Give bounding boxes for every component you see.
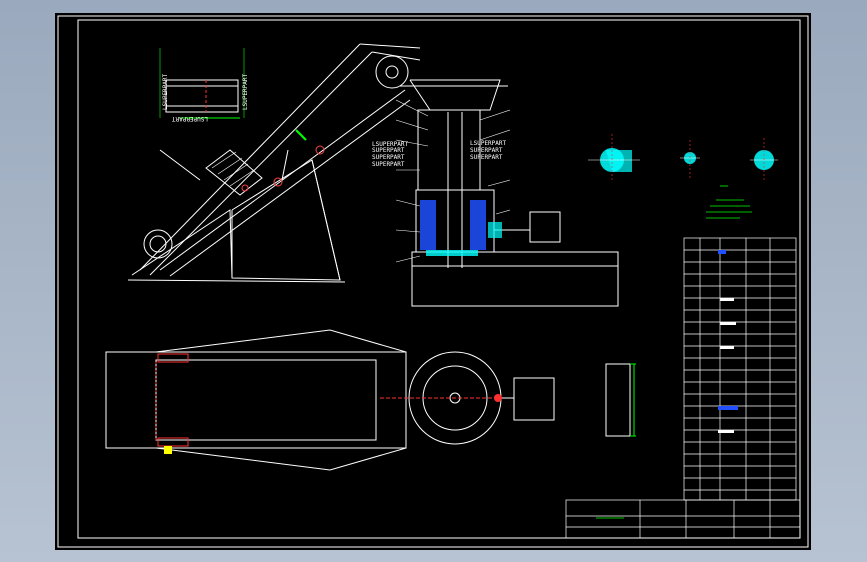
conveyor-hatch xyxy=(211,151,255,187)
parts-list-marks xyxy=(718,250,738,433)
part-annotation-7: LSUPERPART xyxy=(372,141,409,148)
plan-accent xyxy=(155,353,636,454)
dimension-marker xyxy=(295,129,307,141)
part-annotation-1: LSUPERPART xyxy=(162,73,169,110)
part-annotation-8: LSUPERPART xyxy=(470,140,507,147)
part-annotation-6: SUPERPART xyxy=(372,161,405,168)
title-block xyxy=(565,499,801,539)
outer-border xyxy=(57,15,809,548)
mechanical-assembly-drawing: LSUPERPART LSUPERPART LSUPERPART SUPERPA… xyxy=(57,15,809,548)
crusher-section-view xyxy=(400,79,619,307)
belt-detail-view: LSUPERPART LSUPERPART LSUPERPART xyxy=(159,48,249,122)
section-details xyxy=(588,134,778,182)
part-annotation-3: LSUPERPART xyxy=(171,115,208,122)
technical-notes xyxy=(706,185,752,219)
plan-view xyxy=(105,329,631,471)
crusher-annotations: SUPERPART SUPERPART SUPERPART LSUPERPART… xyxy=(372,140,507,168)
part-annotation-10: SUPERPART xyxy=(470,154,503,161)
drawing-sheet: LSUPERPART LSUPERPART LSUPERPART SUPERPA… xyxy=(55,13,811,550)
cad-viewport[interactable]: LSUPERPART LSUPERPART LSUPERPART SUPERPA… xyxy=(0,0,867,562)
part-annotation-5: SUPERPART xyxy=(372,154,405,161)
part-annotation-9: SUPERPART xyxy=(470,147,503,154)
crusher-blue-fill xyxy=(420,200,502,256)
inner-border xyxy=(77,19,801,539)
part-annotation-2: LSUPERPART xyxy=(242,73,249,110)
part-annotation-4: SUPERPART xyxy=(372,147,405,154)
parts-list xyxy=(683,237,797,501)
